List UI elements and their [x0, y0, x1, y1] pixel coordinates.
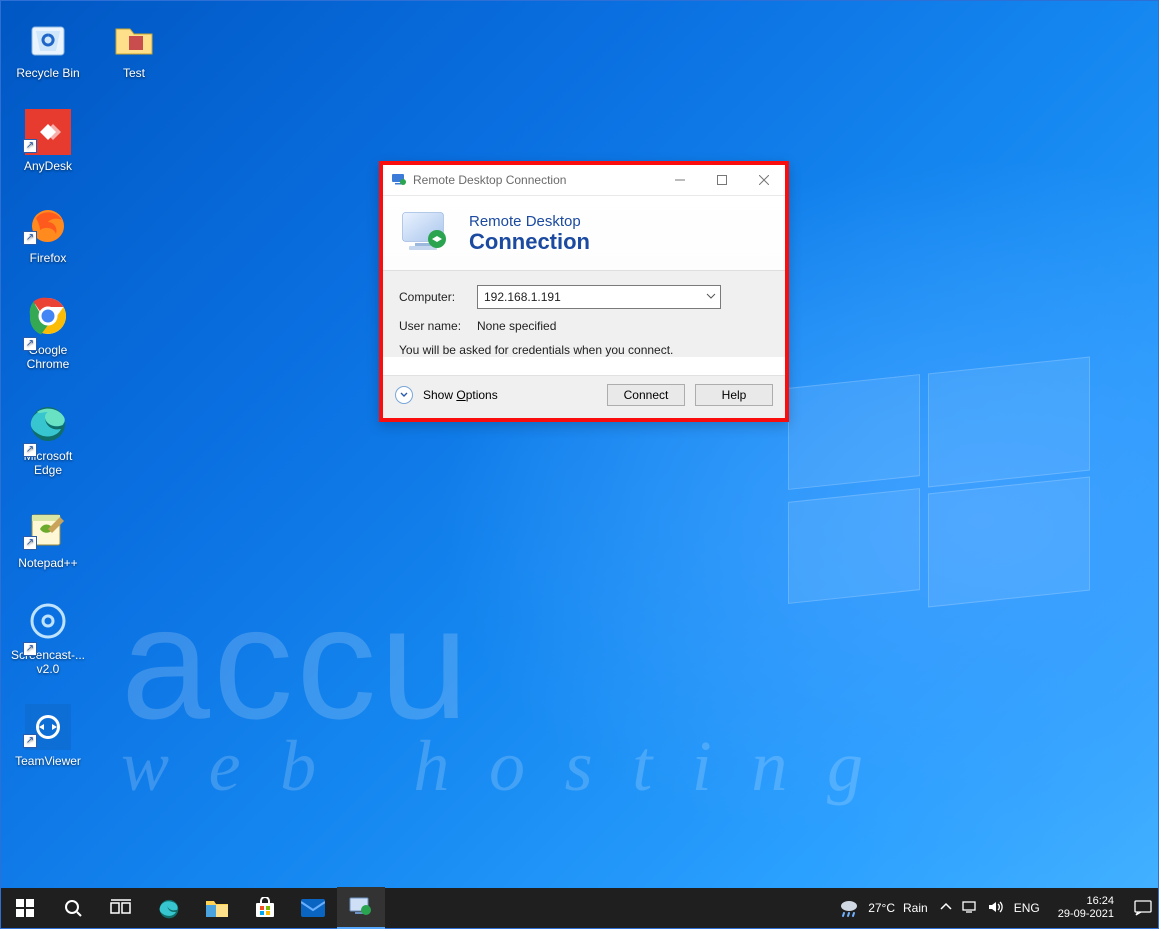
- rdc-hero-line2: Connection: [469, 231, 590, 253]
- window-titlebar[interactable]: Remote Desktop Connection: [383, 165, 785, 196]
- screencast-icon: [25, 598, 71, 644]
- show-options-toggle-icon[interactable]: [395, 386, 413, 404]
- tray-chevron-up-icon[interactable]: [940, 901, 952, 916]
- desktop[interactable]: accu web hosting Recycle Bin Test ↗ AnyD…: [0, 0, 1159, 929]
- show-options-link[interactable]: Show Options: [423, 388, 498, 402]
- weather-cond: Rain: [903, 901, 928, 915]
- notification-icon: [1134, 900, 1152, 916]
- weather-temp: 27°C: [868, 901, 895, 915]
- start-button[interactable]: [1, 888, 49, 928]
- edge-icon: [25, 399, 71, 445]
- clock-date: 29-09-2021: [1058, 908, 1114, 921]
- wallpaper-watermark: accu web hosting: [121, 571, 903, 808]
- task-view-button[interactable]: [97, 888, 145, 928]
- icon-label: TeamViewer: [9, 754, 87, 768]
- shortcut-arrow-icon: ↗: [23, 231, 37, 245]
- folder-icon: [111, 16, 157, 62]
- desktop-icon-teamviewer[interactable]: ↗ TeamViewer: [9, 704, 87, 768]
- window-maximize-button[interactable]: [701, 165, 743, 195]
- taskbar-clock[interactable]: 16:24 29-09-2021: [1058, 895, 1114, 921]
- search-icon: [63, 898, 83, 918]
- desktop-icon-recycle-bin[interactable]: Recycle Bin: [9, 16, 87, 80]
- windows-logo-icon: [16, 899, 34, 917]
- window-minimize-button[interactable]: [659, 165, 701, 195]
- taskbar-app-file-explorer[interactable]: [193, 888, 241, 928]
- shortcut-arrow-icon: ↗: [23, 139, 37, 153]
- desktop-icon-test-folder[interactable]: Test: [95, 16, 173, 80]
- desktop-icon-screencast[interactable]: ↗ Screencast-... v2.0: [9, 598, 87, 676]
- shortcut-arrow-icon: ↗: [23, 536, 37, 550]
- icon-label: Recycle Bin: [9, 66, 87, 80]
- connect-button[interactable]: Connect: [607, 384, 685, 406]
- shortcut-arrow-icon: ↗: [23, 443, 37, 457]
- action-center-button[interactable]: [1132, 888, 1154, 928]
- taskbar-app-microsoft-store[interactable]: [241, 888, 289, 928]
- icon-label: Microsoft Edge: [9, 449, 87, 477]
- desktop-icon-chrome[interactable]: ↗ Google Chrome: [9, 293, 87, 371]
- chevron-down-icon: [706, 290, 716, 304]
- store-icon: [254, 897, 276, 919]
- rdc-titlebar-icon: [391, 171, 407, 190]
- taskbar-app-edge[interactable]: [145, 888, 193, 928]
- desktop-icon-notepadpp[interactable]: ↗ Notepad++: [9, 506, 87, 570]
- computer-label: Computer:: [399, 290, 467, 304]
- shortcut-arrow-icon: ↗: [23, 642, 37, 656]
- icon-label: Test: [95, 66, 173, 80]
- edge-icon: [157, 896, 181, 920]
- icon-label: Firefox: [9, 251, 87, 265]
- desktop-icon-edge[interactable]: ↗ Microsoft Edge: [9, 399, 87, 477]
- weather-rain-icon: [838, 898, 860, 918]
- task-view-icon: [110, 899, 132, 917]
- username-label: User name:: [399, 319, 467, 333]
- window-close-button[interactable]: [743, 165, 785, 195]
- wallpaper-windows-logo: [788, 351, 1098, 601]
- tray-network-icon[interactable]: [962, 900, 978, 917]
- help-button[interactable]: Help: [695, 384, 773, 406]
- taskbar-app-rdc[interactable]: [337, 887, 385, 929]
- taskbar[interactable]: 27°C Rain ENG 16:24 29-09-2021: [1, 888, 1158, 928]
- taskbar-app-mail[interactable]: [289, 888, 337, 928]
- window-title: Remote Desktop Connection: [413, 173, 566, 187]
- clock-time: 16:24: [1058, 895, 1114, 908]
- username-value: None specified: [477, 319, 556, 333]
- computer-value: 192.168.1.191: [484, 290, 561, 304]
- weather-widget[interactable]: 27°C Rain: [838, 898, 928, 918]
- tray-volume-icon[interactable]: [988, 900, 1004, 917]
- shortcut-arrow-icon: ↗: [23, 337, 37, 351]
- mail-icon: [301, 899, 325, 917]
- credentials-hint: You will be asked for credentials when y…: [399, 343, 769, 357]
- desktop-icon-firefox[interactable]: ↗ Firefox: [9, 201, 87, 265]
- rdc-icon: [349, 896, 373, 918]
- icon-label: AnyDesk: [9, 159, 87, 173]
- icon-label: Screencast-... v2.0: [9, 648, 87, 676]
- tray-language-indicator[interactable]: ENG: [1014, 901, 1040, 915]
- rdc-hero-icon: [399, 207, 455, 259]
- desktop-icon-anydesk[interactable]: ↗ AnyDesk: [9, 109, 87, 173]
- icon-label: Google Chrome: [9, 343, 87, 371]
- remote-desktop-connection-window[interactable]: Remote Desktop Connection Remote Desktop…: [379, 161, 789, 422]
- rdc-hero-banner: Remote Desktop Connection: [383, 196, 785, 271]
- shortcut-arrow-icon: ↗: [23, 734, 37, 748]
- folder-icon: [205, 897, 229, 919]
- recycle-bin-icon: [25, 16, 71, 62]
- icon-label: Notepad++: [9, 556, 87, 570]
- search-button[interactable]: [49, 888, 97, 928]
- computer-combobox[interactable]: 192.168.1.191: [477, 285, 721, 309]
- chrome-icon: [25, 293, 71, 339]
